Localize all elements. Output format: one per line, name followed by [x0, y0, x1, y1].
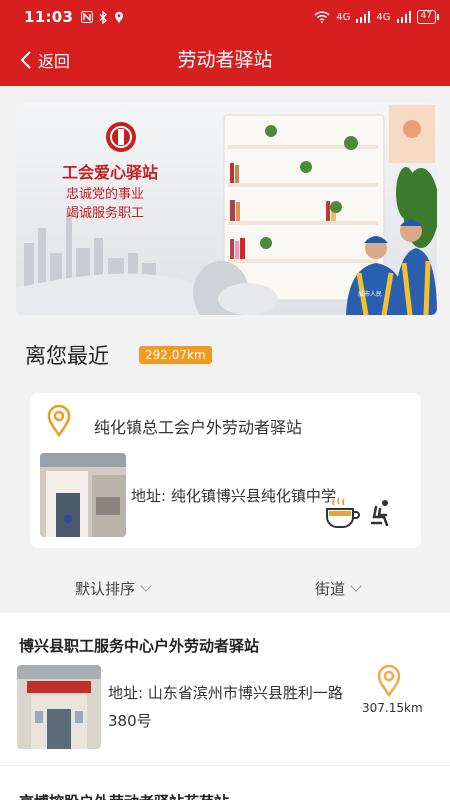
default-sort-label: 默认排序 [74, 579, 135, 598]
default-sort-dropdown[interactable]: 默认排序 [0, 565, 225, 611]
list-item-address: 地址: 山东省滨州市博兴县胜利一路380号 [108, 684, 343, 730]
nearest-station-card[interactable]: 纯化镇总工会户外劳动者驿站 地址: 纯化镇博兴县纯化镇中学 [30, 393, 421, 548]
signal-icon-2 [396, 11, 411, 23]
hot-drink-icon [326, 497, 360, 528]
location-pin-icon [377, 665, 401, 697]
location-icon [115, 11, 124, 23]
back-button[interactable]: 返回 [20, 34, 70, 86]
chevron-left-icon [20, 51, 31, 69]
chevron-down-icon [350, 579, 362, 592]
nearest-distance-badge: 292.07km [139, 346, 212, 364]
chevron-down-icon [140, 579, 152, 592]
battery-indicator: 47 [416, 10, 440, 24]
list-item-distance: 307.15km [362, 701, 423, 715]
location-pin-icon [47, 405, 71, 437]
nearest-section-header: 离您最近 292.07km [25, 340, 212, 370]
banner-vest-text: 城市人民 [358, 291, 383, 298]
station-list: 博兴县职工服务中心户外劳动者驿站 地址: 山东省滨州市博兴县胜利一路380号 3… [0, 613, 450, 800]
banner-image[interactable]: 工会爱心驿站 忠诚党的事业 竭诚服务职工 城市人民 [16, 103, 437, 315]
list-item-title: 博兴县职工服务中心户外劳动者驿站 [19, 637, 260, 655]
status-bar: 11:03 4G 4G 47 [0, 0, 450, 34]
street-filter-dropdown[interactable]: 街道 [225, 565, 450, 611]
bluetooth-icon [99, 10, 108, 24]
seat-icon [370, 500, 389, 527]
street-filter-label: 街道 [314, 579, 345, 598]
signal-icon [356, 11, 371, 23]
network-type-label: 4G [336, 11, 351, 23]
banner-sign-title: 工会爱心驿站 [62, 163, 159, 182]
wifi-icon [314, 11, 330, 23]
back-label: 返回 [38, 52, 71, 71]
nearest-station-address: 地址: 纯化镇博兴县纯化镇中学 [131, 487, 336, 505]
list-item-title: 京博控股户外劳动者驿站花苑站 [19, 791, 229, 800]
nav-bar: 返回 劳动者驿站 [0, 34, 450, 86]
network-type-label-2: 4G [376, 11, 391, 23]
sort-filter-bar: 默认排序 街道 [0, 565, 450, 611]
nearest-station-name: 纯化镇总工会户外劳动者驿站 [94, 418, 303, 437]
list-divider [0, 765, 450, 766]
n-icon [81, 11, 94, 23]
status-time: 11:03 [24, 8, 74, 26]
nearest-station-photo [40, 453, 126, 537]
nearest-title: 离您最近 [25, 344, 109, 368]
banner-sign-line2: 竭诚服务职工 [66, 206, 145, 221]
list-item-photo [17, 665, 101, 749]
banner-sign-line1: 忠诚党的事业 [66, 187, 145, 202]
